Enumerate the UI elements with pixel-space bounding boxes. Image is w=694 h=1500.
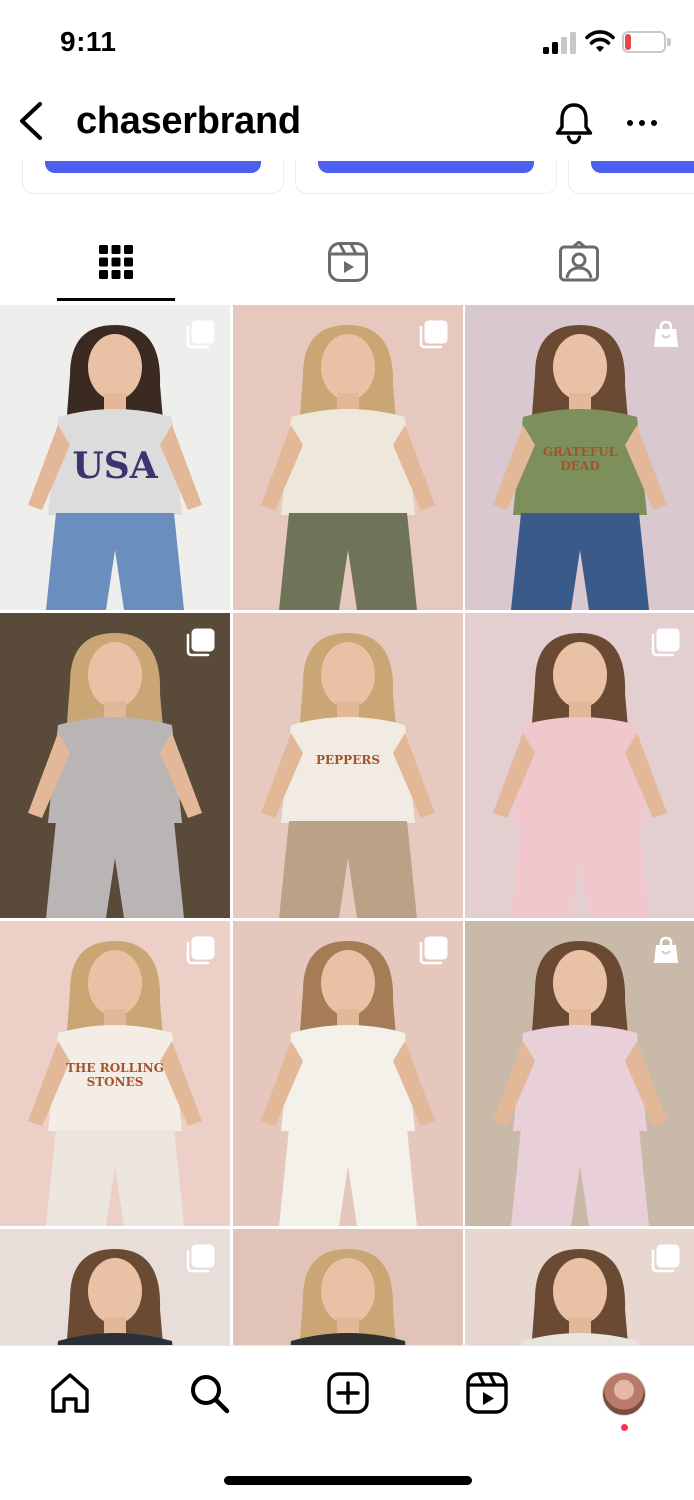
profile-username: chaserbrand: [76, 100, 301, 142]
carousel-icon: [419, 319, 449, 349]
nav-reels[interactable]: [462, 1368, 512, 1418]
plus-square-icon: [327, 1372, 369, 1414]
status-time: 9:11: [60, 26, 117, 57]
carousel-icon: [186, 627, 216, 657]
reels-icon: [466, 1372, 508, 1414]
nav-home[interactable]: [45, 1368, 95, 1418]
home-indicator[interactable]: [224, 1476, 472, 1485]
battery-icon: 16: [622, 31, 666, 53]
more-horizontal-icon[interactable]: [620, 112, 664, 134]
status-bar: 9:11 16: [0, 0, 694, 88]
tab-posts[interactable]: [0, 222, 231, 302]
post-thumbnail[interactable]: [0, 1229, 230, 1345]
shopping-bag-icon: [651, 319, 681, 349]
carousel-icon: [419, 935, 449, 965]
shirt-graphic-text: PEPPERS: [315, 753, 380, 767]
chevron-left-icon[interactable]: [14, 98, 50, 144]
wifi-icon: [585, 30, 615, 52]
action-button[interactable]: [45, 161, 261, 173]
carousel-icon: [651, 1243, 681, 1273]
carousel-icon: [651, 627, 681, 657]
post-photo: [493, 633, 667, 918]
action-card[interactable]: [295, 160, 557, 194]
post-photo: [28, 633, 202, 918]
action-card[interactable]: [568, 160, 694, 194]
action-button[interactable]: [318, 161, 534, 173]
grid-icon: [98, 245, 133, 279]
notification-dot: [621, 1424, 628, 1431]
post-photo: [261, 325, 435, 610]
nav-search[interactable]: [184, 1368, 234, 1418]
posts-grid: USA GRATEFUL DEAD PEPPERS THE ROLLING STONE…: [0, 305, 694, 1345]
post-thumbnail[interactable]: GRATEFUL DEAD: [465, 305, 694, 610]
carousel-icon: [186, 319, 216, 349]
post-thumbnail[interactable]: [465, 613, 694, 918]
home-icon: [51, 1373, 89, 1413]
post-thumbnail[interactable]: [233, 1229, 463, 1345]
post-thumbnail[interactable]: [465, 921, 694, 1226]
tab-reels[interactable]: [232, 222, 463, 302]
shopping-bag-icon: [651, 935, 681, 965]
post-thumbnail[interactable]: THE ROLLING STONES: [0, 921, 230, 1226]
cellular-signal-icon: [543, 32, 576, 54]
post-thumbnail[interactable]: USA: [0, 305, 230, 610]
carousel-icon: [186, 935, 216, 965]
tab-indicator: [57, 298, 175, 301]
tagged-user-icon: [558, 241, 599, 282]
search-icon: [191, 1375, 230, 1414]
post-photo: [290, 1249, 406, 1345]
post-thumbnail[interactable]: [0, 613, 230, 918]
battery-level: 16: [635, 33, 653, 50]
shirt-graphic-text: GRATEFUL DEAD: [542, 445, 618, 473]
battery-nub: [667, 38, 671, 46]
carousel-icon: [186, 1243, 216, 1273]
action-card[interactable]: [22, 160, 284, 194]
shirt-graphic-text: THE ROLLING STONES: [66, 1061, 164, 1089]
nav-profile-avatar[interactable]: [602, 1372, 646, 1416]
post-thumbnail[interactable]: [233, 305, 463, 610]
post-thumbnail[interactable]: PEPPERS: [233, 613, 463, 918]
post-photo: [493, 941, 667, 1226]
profile-action-row: [0, 160, 694, 198]
action-button[interactable]: [591, 161, 694, 173]
post-thumbnail[interactable]: [233, 921, 463, 1226]
tab-tagged[interactable]: [463, 222, 694, 302]
reels-icon: [327, 242, 368, 282]
nav-create[interactable]: [323, 1368, 373, 1418]
bell-icon[interactable]: [552, 100, 596, 146]
post-photo: [261, 941, 435, 1226]
post-thumbnail[interactable]: [465, 1229, 694, 1345]
profile-tabs: [0, 222, 694, 302]
profile-header: chaserbrand: [0, 88, 694, 160]
shirt-graphic-text: USA: [72, 445, 158, 487]
